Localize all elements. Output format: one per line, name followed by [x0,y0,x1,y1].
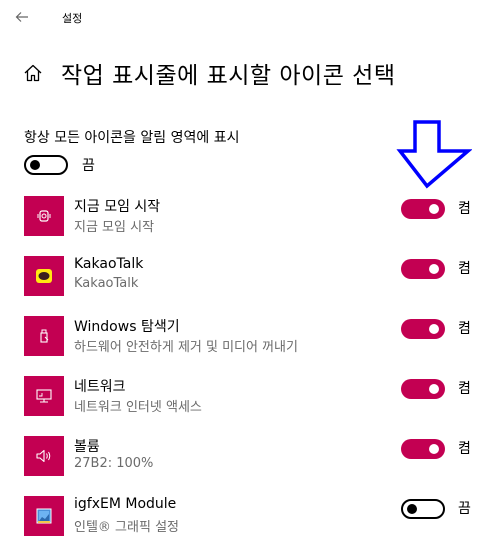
item-name: igfxEM Module [74,496,177,512]
toggle-knob [30,160,40,170]
volume-toggle[interactable] [401,439,445,459]
item-state: 켬 [458,261,471,277]
windows-explorer-toggle[interactable] [401,319,445,339]
always-show-row: 끔 [24,153,95,177]
item-description: 하드웨어 안전하게 제거 및 미디어 꺼내기 [74,340,298,355]
meet-now-toggle[interactable] [401,199,445,219]
app-title: 설정 [62,12,83,25]
meet-now-icon [24,196,64,236]
home-icon[interactable] [22,62,44,84]
kakaotalk-icon [24,256,64,296]
always-show-label: 항상 모든 아이콘을 알림 영역에 표시 [24,130,240,146]
item-state: 켬 [458,321,471,337]
toggle-knob [429,324,439,334]
list-item-network: 네트워크 네트워크 인터넷 액세스 켬 [24,376,484,416]
list-item-meet-now: 지금 모임 시작 지금 모임 시작 켬 [24,196,484,236]
network-icon [24,376,64,416]
always-show-toggle[interactable] [24,155,68,175]
toggle-knob [429,444,439,454]
always-show-state: 끔 [82,158,95,174]
back-button[interactable] [10,6,34,28]
item-description: 인텔® 그래픽 설정 [74,520,179,535]
igfxem-toggle[interactable] [401,499,445,519]
item-description: 지금 모임 시작 [74,220,155,235]
page-title: 작업 표시줄에 표시할 아이콘 선택 [61,63,396,89]
item-name: 네트워크 [74,379,126,395]
item-state: 끔 [458,501,471,517]
back-arrow-icon [15,12,28,22]
item-name: 볼륨 [74,439,100,455]
usb-eject-icon [24,316,64,356]
kakaotalk-toggle[interactable] [401,259,445,279]
item-state: 켬 [458,381,471,397]
volume-icon [24,436,64,476]
toggle-knob [429,384,439,394]
item-state: 켬 [458,441,471,457]
item-name: 지금 모임 시작 [74,199,161,215]
toggle-knob [429,204,439,214]
network-toggle[interactable] [401,379,445,399]
list-item-igfxem: igfxEM Module 인텔® 그래픽 설정 끔 [24,496,484,536]
item-name: KakaoTalk [74,256,144,272]
intel-graphics-icon [24,496,64,536]
toggle-knob [429,264,439,274]
item-description: 네트워크 인터넷 액세스 [74,400,202,415]
list-item-windows-explorer: Windows 탐색기 하드웨어 안전하게 제거 및 미디어 꺼내기 켬 [24,316,484,356]
list-item-volume: 볼륨 27B2: 100% 켬 [24,436,484,476]
page-heading: 작업 표시줄에 표시할 아이콘 선택 [22,55,395,91]
item-name: Windows 탐색기 [74,319,180,335]
blue-down-arrow-annotation [396,120,472,189]
item-description: 27B2: 100% [74,456,154,471]
item-state: 켬 [458,201,471,217]
item-description: KakaoTalk [74,276,139,291]
list-item-kakaotalk: KakaoTalk KakaoTalk 켬 [24,256,484,296]
title-bar: 설정 [0,0,495,34]
toggle-knob [407,504,417,514]
